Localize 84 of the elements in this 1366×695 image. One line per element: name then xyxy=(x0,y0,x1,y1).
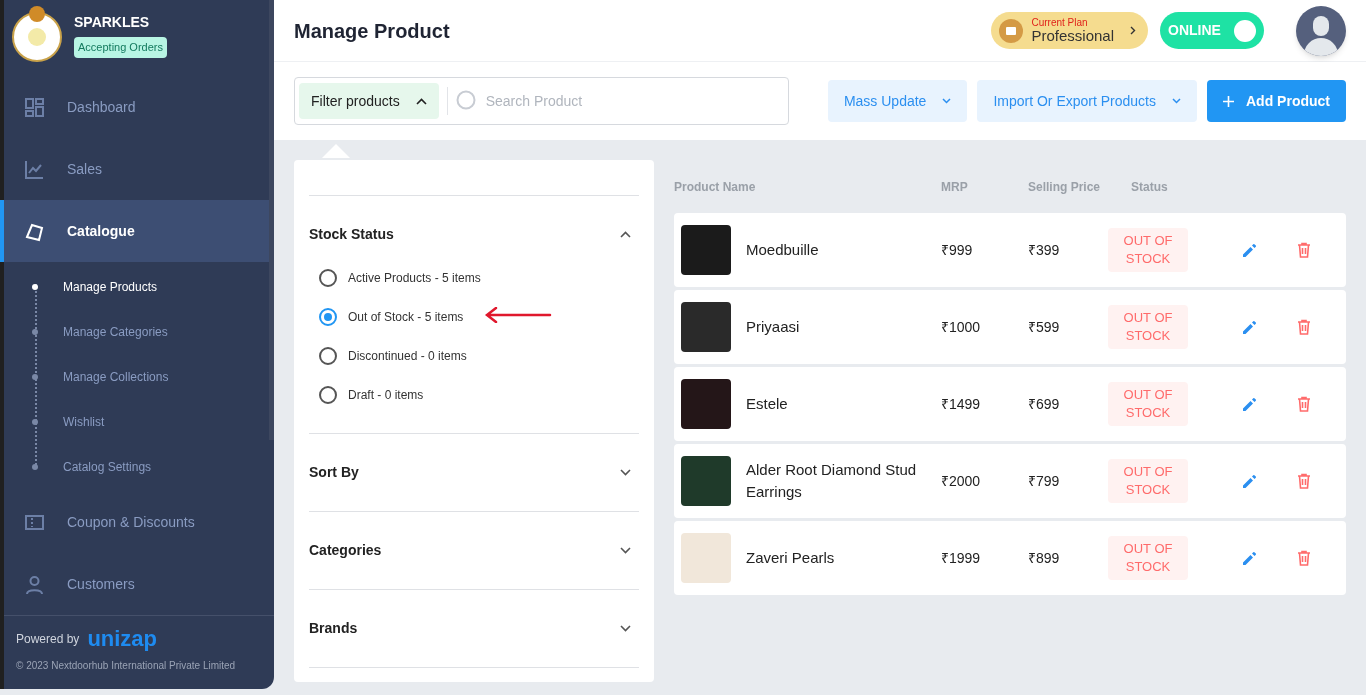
search-icon xyxy=(455,90,478,112)
chevron-down-icon xyxy=(942,98,952,104)
status-badge: OUT OF STOCK xyxy=(1108,228,1188,272)
powered-by-text: Powered by xyxy=(16,631,80,648)
store-name: SPARKLES xyxy=(74,13,151,32)
radio-button[interactable] xyxy=(319,385,337,404)
chevron-down-icon xyxy=(620,469,631,476)
column-header: MRP xyxy=(941,178,969,196)
plus-icon xyxy=(1223,95,1234,107)
edit-icon[interactable] xyxy=(1242,473,1257,489)
mrp-value: ₹1000 xyxy=(941,317,982,337)
sidebar-item[interactable]: Coupon & Discounts xyxy=(4,491,269,553)
filter-section-header[interactable]: Brands xyxy=(309,590,639,667)
photo-placeholder xyxy=(681,379,731,429)
column-header: Selling Price xyxy=(1028,178,1102,196)
submenu-item[interactable]: Manage Categories xyxy=(4,309,269,354)
scrollbar[interactable] xyxy=(269,0,274,440)
photo-placeholder xyxy=(681,302,731,352)
product-name: Priyaasi xyxy=(746,317,801,337)
current-plan-button[interactable]: Current Plan Professional xyxy=(991,12,1148,49)
selling-price: ₹399 xyxy=(1028,240,1061,260)
person-icon xyxy=(24,573,45,595)
product-name: Estele xyxy=(746,394,789,414)
submenu-item[interactable]: Manage Products xyxy=(4,264,269,309)
mrp-value: ₹1999 xyxy=(941,548,982,568)
trash-icon[interactable] xyxy=(1297,550,1311,566)
chevron-right-icon xyxy=(1130,26,1136,35)
mrp-value: ₹1499 xyxy=(941,394,982,414)
photo-placeholder xyxy=(681,456,731,506)
radio-option[interactable]: Discontinued - 0 items xyxy=(309,336,639,375)
sidebar-item[interactable]: Sales xyxy=(4,138,269,200)
selling-price: ₹699 xyxy=(1028,394,1061,414)
brand-logo: unizap xyxy=(87,628,158,650)
submenu-item[interactable]: Wishlist xyxy=(4,399,269,444)
chevron-icon xyxy=(415,97,427,105)
product-name: Alder Root Diamond Stud Earrings xyxy=(746,460,918,502)
trash-icon[interactable] xyxy=(1297,242,1311,258)
status-badge: OUT OF STOCK xyxy=(1108,305,1188,349)
status-badge: OUT OF STOCK xyxy=(1108,459,1188,503)
dashboard-icon xyxy=(24,96,45,118)
edit-icon[interactable] xyxy=(1242,242,1257,258)
line-chart-icon xyxy=(24,158,45,180)
sidebar-item[interactable]: Catalogue xyxy=(0,200,269,262)
mrp-value: ₹999 xyxy=(941,240,974,260)
photo-placeholder xyxy=(681,225,731,275)
radio-button[interactable] xyxy=(319,307,337,326)
selling-price: ₹799 xyxy=(1028,471,1061,491)
page-title: Manage Product xyxy=(294,18,450,44)
radio-button[interactable] xyxy=(319,346,337,365)
trash-icon[interactable] xyxy=(1297,319,1311,335)
trash-icon[interactable] xyxy=(1297,396,1311,412)
edit-icon[interactable] xyxy=(1242,319,1257,335)
edit-icon[interactable] xyxy=(1242,396,1257,412)
photo-placeholder xyxy=(681,533,731,583)
copyright-text: © 2023 Nextdoorhub International Private Limited xyxy=(16,659,237,673)
status-badge: Accepting Orders xyxy=(74,37,167,58)
filter-section-header[interactable]: Categories xyxy=(309,512,639,589)
trash-icon[interactable] xyxy=(1297,473,1311,489)
status-badge: OUT OF STOCK xyxy=(1108,536,1188,580)
submenu-item[interactable]: Catalog Settings xyxy=(4,444,269,489)
search-input[interactable]: Search Product xyxy=(485,90,784,112)
selling-price: ₹599 xyxy=(1028,317,1061,337)
submenu-item[interactable]: Manage Collections xyxy=(4,354,269,399)
filter-products-button[interactable]: Filter products xyxy=(299,83,439,119)
sidebar-item[interactable]: Dashboard xyxy=(4,76,269,138)
edit-icon[interactable] xyxy=(1242,550,1257,566)
column-header: Product Name xyxy=(674,178,757,196)
product-name: Moedbuille xyxy=(746,240,820,260)
column-header: Status xyxy=(1131,178,1169,196)
chevron-down-icon xyxy=(1172,98,1181,104)
chevron-down-icon xyxy=(620,625,631,632)
filter-section-header[interactable]: Sort By xyxy=(309,434,639,511)
product-name: Zaveri Pearls xyxy=(746,548,836,568)
radio-option[interactable]: Draft - 0 items xyxy=(309,375,639,414)
arrow-annotation xyxy=(484,307,552,323)
selling-price: ₹899 xyxy=(1028,548,1061,568)
chevron-up-icon xyxy=(620,231,631,238)
sidebar-item[interactable]: Customers xyxy=(4,553,269,615)
chevron-down-icon xyxy=(620,547,631,554)
radio-option[interactable]: Out of Stock - 5 items xyxy=(309,297,639,336)
avatar[interactable] xyxy=(1296,5,1346,56)
radio-button[interactable] xyxy=(319,268,337,287)
mrp-value: ₹2000 xyxy=(941,471,982,491)
status-badge: OUT OF STOCK xyxy=(1108,382,1188,426)
